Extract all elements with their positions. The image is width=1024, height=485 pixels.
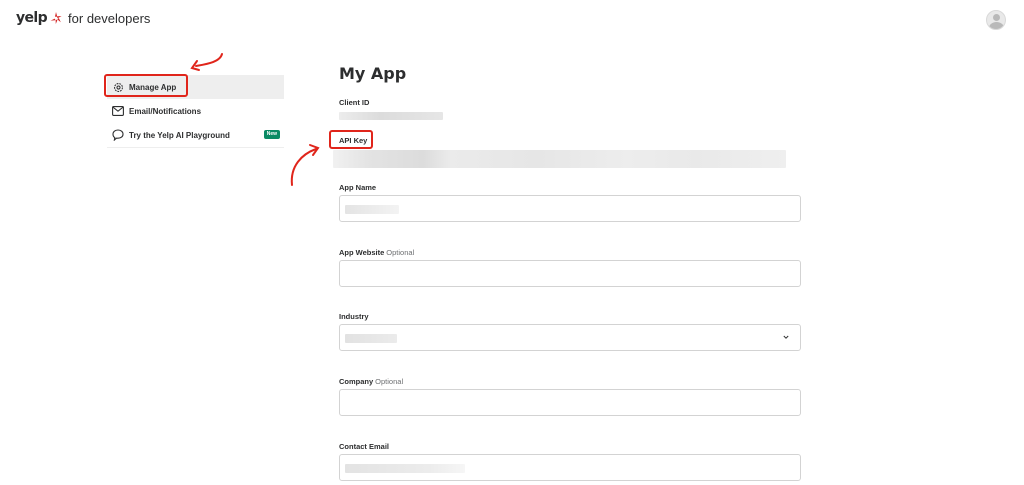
company-input[interactable]	[340, 390, 800, 415]
api-key-value-redacted[interactable]	[333, 150, 786, 168]
sidebar-item-label: Email/Notifications	[129, 106, 202, 116]
company-field[interactable]	[339, 389, 801, 416]
yelp-developers-logo[interactable]: yelp for developers	[16, 10, 150, 26]
user-avatar[interactable]	[986, 10, 1006, 30]
api-key-highlight-box	[329, 130, 373, 149]
client-id-value-redacted[interactable]	[339, 112, 443, 120]
app-website-field[interactable]	[339, 260, 801, 287]
client-id-label: Client ID	[339, 98, 370, 107]
manage-app-highlight-box	[104, 74, 188, 97]
avatar-head-shape	[993, 14, 1000, 21]
yelp-wordmark: yelp	[16, 10, 48, 26]
contact-email-field[interactable]	[339, 454, 801, 481]
company-label-text: Company	[339, 377, 374, 386]
industry-label: Industry	[339, 312, 369, 321]
chevron-down-icon	[783, 335, 789, 339]
app-name-label: App Name	[339, 183, 377, 192]
company-label: Company Optional	[339, 377, 403, 386]
page: yelp for developers Manage App Email/Not…	[0, 0, 1024, 485]
app-website-label-text: App Website	[339, 248, 385, 257]
sidebar-item-label: Try the Yelp AI Playground	[129, 130, 230, 140]
new-badge: New	[263, 130, 280, 139]
sidebar-item-ai-playground[interactable]: Try the Yelp AI Playground New	[107, 123, 284, 147]
chat-bubble-icon	[112, 129, 124, 141]
top-header: yelp for developers	[0, 0, 1024, 42]
page-title: My App	[339, 64, 407, 83]
sidebar-item-email-notifications[interactable]: Email/Notifications	[107, 99, 284, 123]
sidebar-divider	[107, 147, 284, 148]
optional-hint: Optional	[375, 377, 404, 386]
industry-select[interactable]	[339, 324, 801, 351]
mail-icon	[112, 105, 124, 117]
contact-email-value-redacted	[345, 464, 465, 473]
app-name-field[interactable]	[339, 195, 801, 222]
industry-value-redacted	[345, 334, 397, 343]
avatar-body-shape	[989, 22, 1004, 29]
arrow-to-api-key	[290, 144, 320, 186]
optional-hint: Optional	[386, 248, 415, 257]
contact-email-label: Contact Email	[339, 442, 390, 451]
brand-tagline: for developers	[68, 10, 151, 26]
app-website-input[interactable]	[340, 261, 800, 286]
arrow-to-manage-app	[190, 53, 223, 71]
yelp-burst-icon	[50, 12, 62, 24]
app-name-value-redacted	[345, 205, 399, 214]
app-website-label: App Website Optional	[339, 248, 414, 257]
